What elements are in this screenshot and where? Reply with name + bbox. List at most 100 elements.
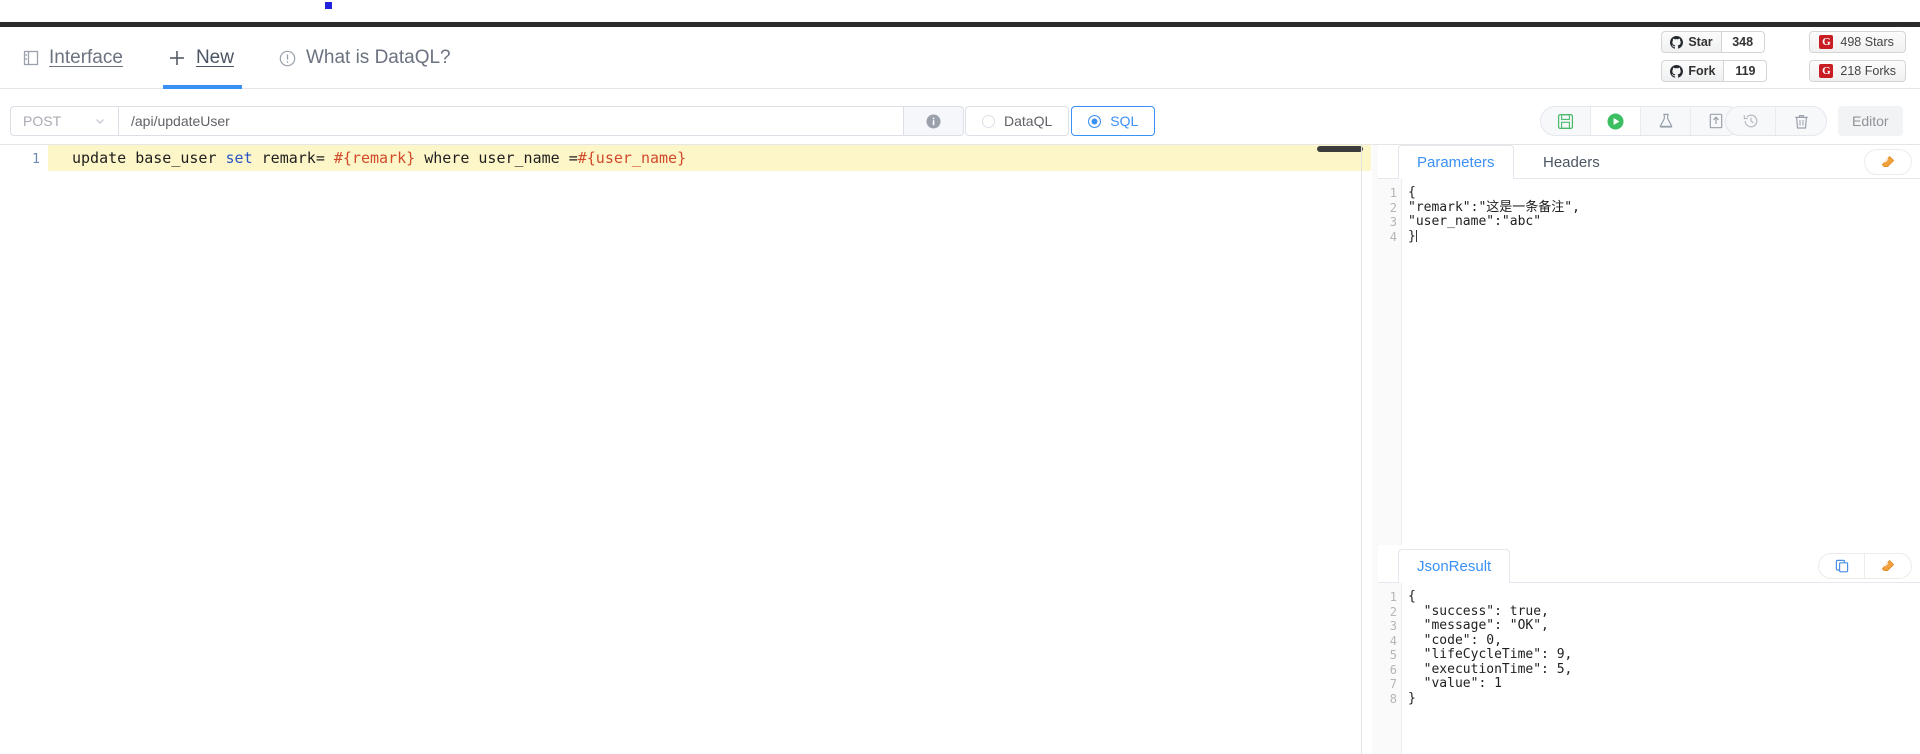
github-fork-badge[interactable]: Fork 119 [1661, 60, 1768, 82]
history-icon [1742, 112, 1760, 130]
parameters-line-number: 3 [1389, 215, 1397, 229]
api-path-input[interactable]: /api/updateUser [118, 106, 904, 136]
result-code-line: "lifeCycleTime": 9, [1408, 647, 1573, 662]
github-fork-count[interactable]: 119 [1723, 60, 1768, 82]
result-code-line: "value": 1 [1408, 676, 1502, 691]
sql-editor-gutter: 1 [0, 145, 48, 754]
gitee-forks-badge[interactable]: G 218 Forks [1809, 60, 1906, 82]
sql-editor-scrollbar-thumb[interactable] [1317, 146, 1363, 152]
test-button[interactable] [1641, 107, 1691, 135]
save-icon [1557, 113, 1574, 130]
result-gutter: 1 2 3 4 5 6 7 8 [1378, 583, 1402, 754]
github-star-button[interactable]: Star [1661, 31, 1721, 53]
result-format-button[interactable] [1865, 554, 1911, 578]
result-panel-buttons [1818, 553, 1912, 579]
github-mark-icon [1670, 64, 1684, 78]
parameters-panel-buttons [1864, 149, 1912, 175]
result-code-body[interactable]: { "success": true, "message": "OK", "cod… [1402, 583, 1920, 754]
sql-token-plain-3: where user_name = [415, 149, 578, 167]
nav-item-what-is-dataql-label: What is DataQL? [305, 47, 451, 68]
copy-icon [1834, 558, 1850, 574]
lang-option-dataql[interactable]: DataQL [965, 106, 1070, 136]
sql-token-param-user-name: #{user_name} [577, 149, 687, 167]
sql-token-keyword-set: set [225, 149, 253, 167]
editor-mode-label: Editor [1852, 113, 1889, 129]
result-tabstrip: JsonResult [1378, 549, 1920, 583]
result-copy-button[interactable] [1819, 554, 1865, 578]
api-path-value: /api/updateUser [131, 113, 230, 129]
parameters-code-line: "user_name":"abc" [1408, 214, 1542, 229]
info-circle-icon [278, 49, 297, 68]
http-method-value: POST [23, 113, 62, 129]
run-button[interactable] [1591, 107, 1641, 135]
radio-dataql-icon [982, 114, 995, 128]
lang-option-sql-label: SQL [1110, 113, 1139, 129]
parameters-line-number: 1 [1389, 186, 1397, 200]
parameters-format-button[interactable] [1865, 150, 1911, 174]
delete-button[interactable] [1776, 107, 1826, 135]
github-fork-button[interactable]: Fork [1661, 60, 1724, 82]
result-line-number: 4 [1389, 633, 1397, 648]
github-mark-icon [1670, 35, 1684, 49]
eraser-icon [1880, 154, 1896, 170]
clipped-element-artifact [325, 2, 332, 9]
result-code-line: "executionTime": 5, [1408, 661, 1573, 677]
nav-item-interface-label: Interface [49, 47, 123, 68]
tab-parameters[interactable]: Parameters [1398, 145, 1514, 179]
url-group: POST /api/updateUser [10, 106, 964, 136]
http-method-select[interactable]: POST [10, 106, 118, 136]
secondary-action-group [1725, 106, 1827, 136]
parameters-code-body[interactable]: { "remark":"这是一条备注", "user_name":"abc" } [1402, 179, 1920, 545]
parameters-code-area[interactable]: 1 2 3 4 { "remark":"这是一条备注", "user_name"… [1378, 179, 1920, 545]
editor-mode-button[interactable]: Editor [1838, 106, 1903, 136]
result-code-line: "message": "OK", [1408, 618, 1549, 633]
parameters-code-line: { [1408, 185, 1416, 200]
sql-code-line[interactable]: update base_user set remark= #{remark} w… [48, 145, 1371, 171]
main-nav: Interface New What is DataQL? [0, 27, 473, 89]
result-panel: JsonResult 1 2 3 4 5 6 7 8 {"success": … [1378, 549, 1920, 754]
result-line-number: 1 [1389, 590, 1397, 604]
result-code-line: "code": 0, [1408, 632, 1502, 648]
lang-option-dataql-label: DataQL [1004, 113, 1053, 129]
github-badge-column: Star 348 Fork 119 [1661, 31, 1768, 82]
api-info-button[interactable] [904, 106, 964, 136]
plus-icon [167, 48, 187, 68]
nav-item-new[interactable]: New [145, 27, 256, 89]
result-line-number: 8 [1389, 691, 1397, 706]
sql-token-plain-2: remark= [252, 149, 334, 167]
parameters-gutter: 1 2 3 4 [1378, 179, 1402, 545]
parameters-code-line: "remark":"这是一条备注", [1408, 199, 1580, 215]
result-code-line: { [1408, 589, 1416, 604]
result-line-number: 7 [1389, 677, 1397, 691]
tab-jsonresult[interactable]: JsonResult [1398, 549, 1511, 583]
sql-editor-right-border [1361, 145, 1362, 754]
chevron-down-icon [94, 115, 106, 127]
nav-item-what-is-dataql[interactable]: What is DataQL? [256, 27, 473, 89]
right-panel-container: Parameters Headers 1 2 3 4 {"remark":"这… [1378, 145, 1920, 754]
github-star-count[interactable]: 348 [1720, 31, 1765, 53]
tab-headers[interactable]: Headers [1524, 145, 1619, 179]
nav-item-new-label: New [195, 47, 234, 68]
gitee-badge-column: G 498 Stars G 218 Forks [1809, 31, 1906, 82]
primary-action-group [1540, 106, 1742, 136]
gitee-logo-icon: G [1819, 64, 1834, 78]
trash-icon [1793, 113, 1810, 130]
history-button[interactable] [1726, 107, 1776, 135]
tab-jsonresult-label: JsonResult [1417, 558, 1492, 575]
lang-option-sql[interactable]: SQL [1071, 106, 1156, 136]
sql-token-plain-1: update base_user [72, 149, 226, 167]
nav-item-interface[interactable]: Interface [0, 27, 145, 89]
result-code-area[interactable]: 1 2 3 4 5 6 7 8 { "success": true, "mess… [1378, 583, 1920, 754]
save-button[interactable] [1541, 107, 1591, 135]
gitee-stars-badge[interactable]: G 498 Stars [1809, 31, 1906, 53]
tab-headers-label: Headers [1543, 154, 1600, 171]
query-language-group: DataQL SQL [965, 106, 1156, 136]
sql-editor[interactable]: 1 update base_user set remark= #{remark}… [0, 145, 1371, 754]
github-fork-label: Fork [1688, 64, 1716, 78]
eraser-icon [1880, 558, 1896, 574]
result-code-line: } [1408, 690, 1416, 706]
github-star-label: Star [1688, 35, 1713, 49]
parameters-code-line: } [1408, 228, 1417, 244]
github-star-badge[interactable]: Star 348 [1661, 31, 1767, 53]
flask-icon [1657, 112, 1675, 130]
